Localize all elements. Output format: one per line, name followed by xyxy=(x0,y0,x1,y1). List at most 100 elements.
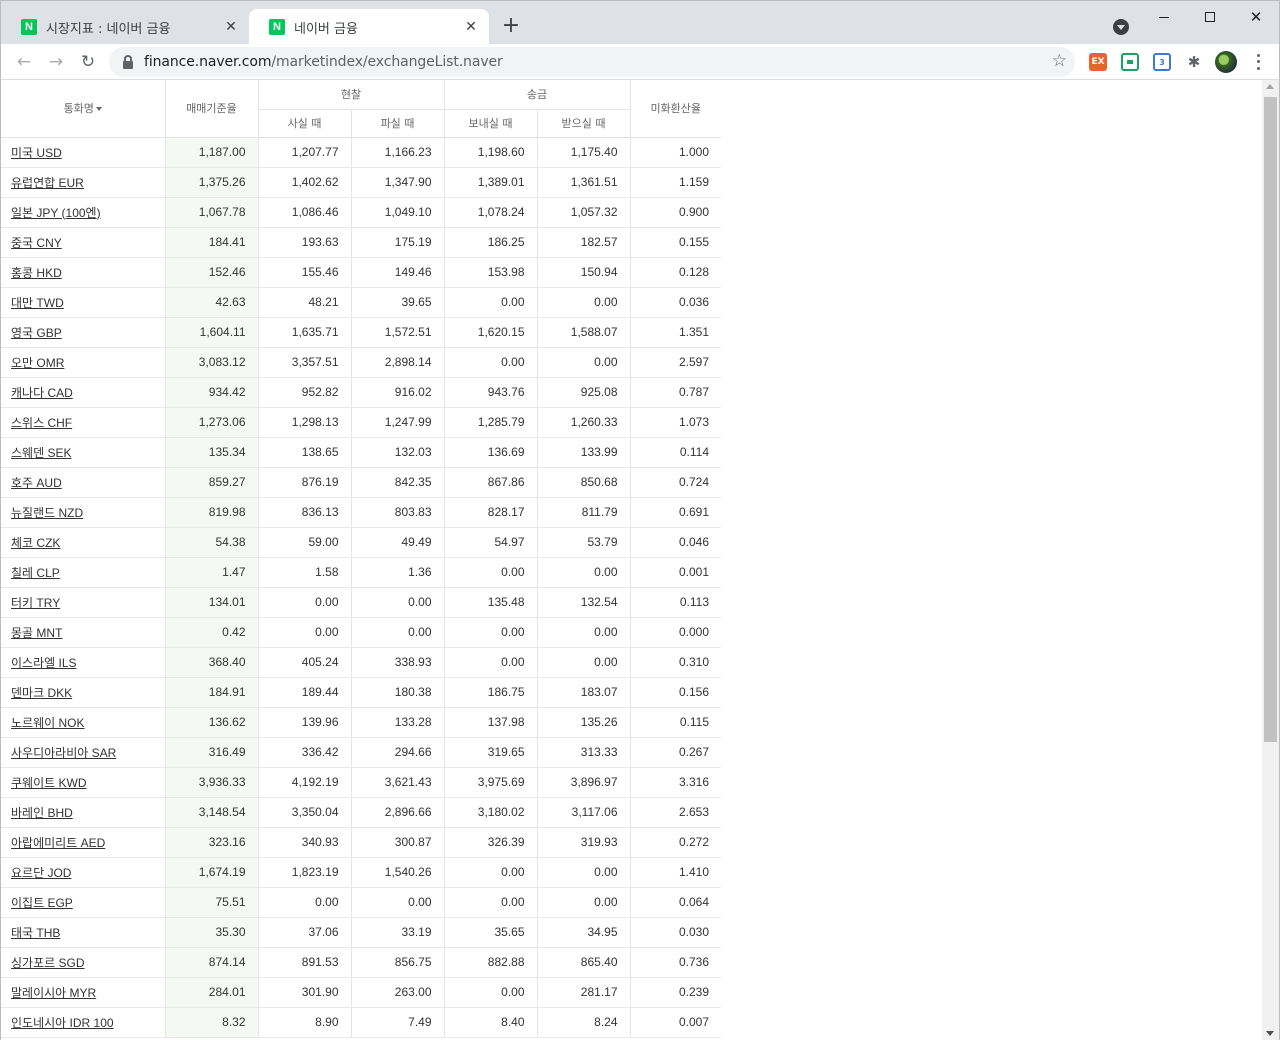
scroll-up-arrow-icon[interactable] xyxy=(1266,84,1274,89)
remit-send-cell: 0.00 xyxy=(444,557,538,588)
url-text[interactable]: finance.naver.com/marketindex/exchangeLi… xyxy=(144,54,503,70)
table-header-row: 통화명 매매기준율 현찰 송금 미화환산율 xyxy=(1,80,721,138)
usd-rate-cell: 0.007 xyxy=(630,1007,721,1038)
table-row: 사우디아라비아 SAR 316.49 336.42 294.66 319.65 313.3… xyxy=(1,737,721,768)
tab-market-index[interactable]: N 시장지표 : 네이버 금융 ✕ xyxy=(1,9,249,45)
currency-link[interactable]: 인도네시아 IDR 100 xyxy=(11,1016,114,1030)
table-row: 캐나다 CAD 934.42 952.82 916.02 943.76 925.08 0.7… xyxy=(1,377,721,408)
cash-buy-cell: 1,298.13 xyxy=(258,407,352,438)
remit-receive-cell: 925.08 xyxy=(537,377,631,408)
url-host: finance.naver.com xyxy=(144,54,272,70)
currency-link[interactable]: 터키 TRY xyxy=(11,596,60,610)
translate-extension-icon[interactable]: 3 xyxy=(1153,53,1171,71)
base-rate-cell: 135.34 xyxy=(165,437,259,468)
currency-link[interactable]: 대만 TWD xyxy=(11,296,64,310)
forward-button[interactable]: → xyxy=(44,50,68,74)
table-row: 쿠웨이트 KWD 3,936.33 4,192.19 3,621.43 3,975.69… xyxy=(1,767,721,798)
cash-sell-cell: 33.19 xyxy=(351,917,445,948)
remit-send-cell: 828.17 xyxy=(444,497,538,528)
remit-send-cell: 186.75 xyxy=(444,677,538,708)
table-row: 바레인 BHD 3,148.54 3,350.04 2,896.66 3,180.02 3… xyxy=(1,797,721,828)
currency-link[interactable]: 홍콩 HKD xyxy=(11,266,62,280)
currency-name-cell: 말레이시아 MYR xyxy=(1,977,166,1008)
currency-link[interactable]: 호주 AUD xyxy=(11,476,62,490)
currency-link[interactable]: 덴마크 DKK xyxy=(11,686,72,700)
minimize-button[interactable] xyxy=(1141,5,1187,29)
cash-buy-cell: 138.65 xyxy=(258,437,352,468)
usd-rate-cell: 0.272 xyxy=(630,827,721,858)
scrollbar-thumb[interactable] xyxy=(1264,97,1277,742)
naver-favicon-icon: N xyxy=(21,19,37,35)
currency-link[interactable]: 싱가포르 SGD xyxy=(11,956,85,970)
table-row: 영국 GBP 1,604.11 1,635.71 1,572.51 1,620.15 1,… xyxy=(1,317,721,348)
tab-naver-finance[interactable]: N 네이버 금융 ✕ xyxy=(249,9,489,45)
cash-sell-cell: 175.19 xyxy=(351,227,445,258)
usd-rate-cell: 0.114 xyxy=(630,437,721,468)
table-row: 터키 TRY 134.01 0.00 0.00 135.48 132.54 0.113 xyxy=(1,587,721,618)
cash-sell-cell: 803.83 xyxy=(351,497,445,528)
window-close-button[interactable]: ✕ xyxy=(1233,5,1279,29)
currency-link[interactable]: 캐나다 CAD xyxy=(11,386,73,400)
reload-button[interactable]: ↻ xyxy=(76,50,100,74)
currency-link[interactable]: 스위스 CHF xyxy=(11,416,72,430)
maximize-button[interactable] xyxy=(1187,5,1233,29)
table-row: 오만 OMR 3,083.12 3,357.51 2,898.14 0.00 0.00 2.… xyxy=(1,347,721,378)
table-row: 홍콩 HKD 152.46 155.46 149.46 153.98 150.94 0.12… xyxy=(1,257,721,288)
scroll-down-arrow-icon[interactable] xyxy=(1266,1031,1274,1036)
lock-icon[interactable] xyxy=(123,54,133,69)
close-tab-icon[interactable]: ✕ xyxy=(223,19,239,35)
currency-link[interactable]: 일본 JPY (100엔) xyxy=(11,206,101,220)
currency-link[interactable]: 몽골 MNT xyxy=(11,626,62,640)
extensions-puzzle-icon[interactable]: ✱ xyxy=(1185,53,1203,71)
cash-buy-cell: 3,357.51 xyxy=(258,347,352,378)
currency-link[interactable]: 쿠웨이트 KWD xyxy=(11,776,87,790)
currency-link[interactable]: 아랍에미리트 AED xyxy=(11,836,105,850)
currency-name-cell: 아랍에미리트 AED xyxy=(1,827,166,858)
usd-rate-cell: 0.691 xyxy=(630,497,721,528)
currency-link[interactable]: 이스라엘 ILS xyxy=(11,656,77,670)
ex-extension-icon[interactable]: EX xyxy=(1089,53,1107,71)
currency-name-cell: 체코 CZK xyxy=(1,527,166,558)
back-button[interactable]: ← xyxy=(12,50,36,74)
currency-link[interactable]: 칠레 CLP xyxy=(11,566,60,580)
currency-link[interactable]: 유럽연합 EUR xyxy=(11,176,84,190)
currency-link[interactable]: 미국 USD xyxy=(11,146,62,160)
currency-name-cell: 이집트 EGP xyxy=(1,887,166,918)
currency-link[interactable]: 중국 CNY xyxy=(11,236,62,250)
currency-link[interactable]: 스웨덴 SEK xyxy=(11,446,71,460)
remit-send-cell: 1,078.24 xyxy=(444,197,538,228)
profile-avatar[interactable] xyxy=(1215,51,1237,73)
usd-rate-cell: 2.653 xyxy=(630,797,721,828)
currency-link[interactable]: 요르단 JOD xyxy=(11,866,71,880)
currency-link[interactable]: 사우디아라비아 SAR xyxy=(11,746,116,760)
col-base-rate: 매매기준율 xyxy=(165,80,259,138)
browser-menu-button[interactable] xyxy=(1251,52,1265,72)
base-rate-cell: 1,375.26 xyxy=(165,167,259,198)
currency-link[interactable]: 이집트 EGP xyxy=(11,896,73,910)
green-extension-icon[interactable] xyxy=(1121,53,1139,71)
currency-link[interactable]: 영국 GBP xyxy=(11,326,62,340)
currency-link[interactable]: 오만 OMR xyxy=(11,356,64,370)
cash-buy-cell: 8.90 xyxy=(258,1007,352,1038)
currency-link[interactable]: 노르웨이 NOK xyxy=(11,716,85,730)
tab-search-icon[interactable] xyxy=(1113,19,1129,35)
base-rate-cell: 75.51 xyxy=(165,887,259,918)
new-tab-button[interactable]: + xyxy=(499,15,523,39)
currency-link[interactable]: 태국 THB xyxy=(11,926,60,940)
bookmark-star-icon[interactable]: ☆ xyxy=(1052,51,1067,71)
col-currency-name[interactable]: 통화명 xyxy=(1,80,166,138)
usd-rate-cell: 0.310 xyxy=(630,647,721,678)
currency-link[interactable]: 체코 CZK xyxy=(11,536,60,550)
table-row: 몽골 MNT 0.42 0.00 0.00 0.00 0.00 0.000 xyxy=(1,617,721,648)
address-bar[interactable]: finance.naver.com/marketindex/exchangeLi… xyxy=(109,47,1075,77)
close-tab-icon[interactable]: ✕ xyxy=(463,19,479,35)
currency-name-cell: 태국 THB xyxy=(1,917,166,948)
currency-link[interactable]: 말레이시아 MYR xyxy=(11,986,96,1000)
usd-rate-cell: 0.064 xyxy=(630,887,721,918)
cash-buy-cell: 1,823.19 xyxy=(258,857,352,888)
vertical-scrollbar[interactable] xyxy=(1262,80,1279,1040)
currency-link[interactable]: 바레인 BHD xyxy=(11,806,73,820)
remit-receive-cell: 3,896.97 xyxy=(537,767,631,798)
currency-link[interactable]: 뉴질랜드 NZD xyxy=(11,506,83,520)
remit-receive-cell: 0.00 xyxy=(537,557,631,588)
